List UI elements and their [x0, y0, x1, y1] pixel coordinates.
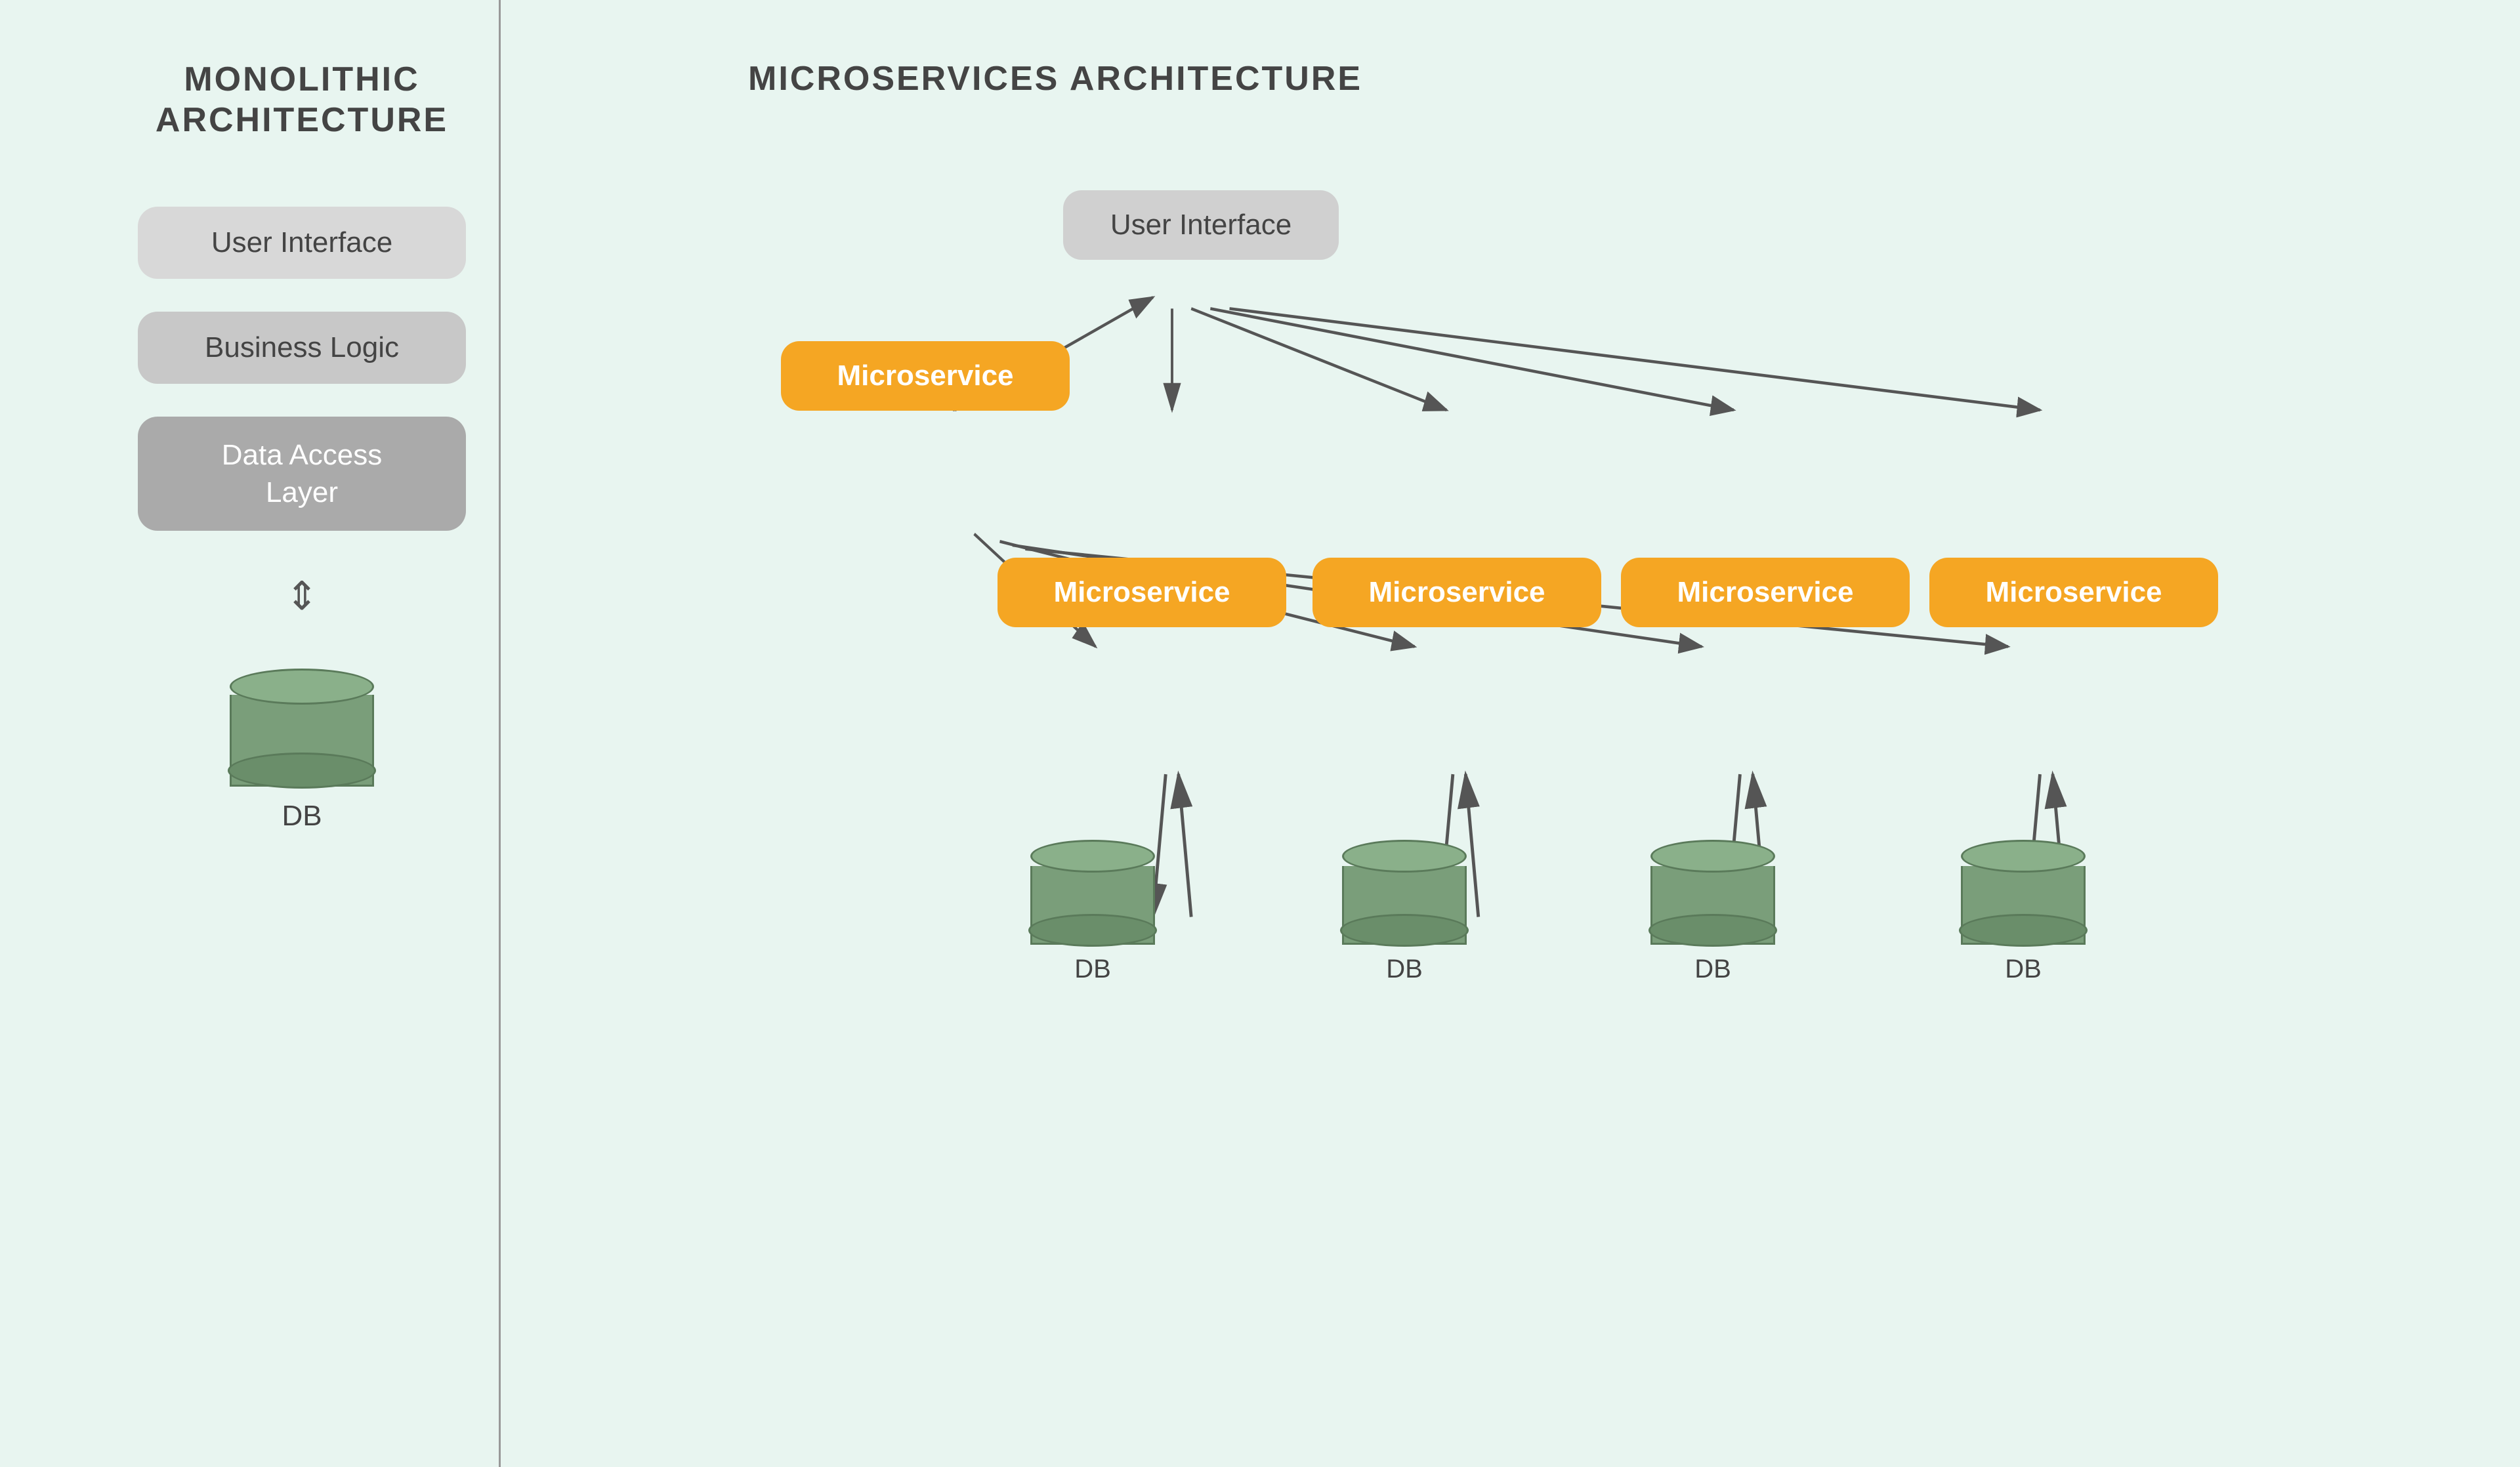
micro-db-3-label: DB: [1694, 955, 1731, 984]
micro-db-1-bottom: [1028, 914, 1157, 947]
micro-db-3: DB: [1650, 840, 1775, 984]
mono-db-bottom: [228, 753, 376, 789]
micro-db-3-bottom: [1648, 914, 1777, 947]
micro-db-4-label: DB: [2005, 955, 2042, 984]
mono-db-label: DB: [282, 800, 322, 833]
micro-db-1-top: [1030, 840, 1155, 873]
micro-ms-4: Microservice: [1929, 558, 2218, 627]
micro-ui-box: User Interface: [1063, 190, 1339, 260]
micro-db-3-top: [1650, 840, 1775, 873]
micro-ms-1: Microservice: [998, 558, 1286, 627]
section-divider: [499, 0, 501, 1467]
micro-ms-top-label: Microservice: [837, 360, 1013, 392]
micro-ms-top: Microservice: [781, 341, 1070, 411]
micro-db-3-cylinder: [1650, 840, 1775, 945]
micro-db-4-top: [1961, 840, 2086, 873]
micro-ms-2: Microservice: [1312, 558, 1601, 627]
micro-db-1-cylinder: [1030, 840, 1155, 945]
mono-db-cylinder: [230, 669, 374, 787]
micro-ms-3: Microservice: [1621, 558, 1910, 627]
micro-db-4: DB: [1961, 840, 2086, 984]
mono-bl-label: Business Logic: [205, 331, 399, 363]
mono-ui-label: User Interface: [211, 226, 392, 258]
micro-db-1: DB: [1030, 840, 1155, 984]
micro-db-4-bottom: [1959, 914, 2088, 947]
microservices-title: MICROSERVICES ARCHITECTURE: [617, 59, 2468, 98]
microservices-section: MICROSERVICES ARCHITECTURE: [551, 39, 2468, 1428]
micro-db-2-cylinder: [1342, 840, 1467, 945]
micro-db-2-top: [1342, 840, 1467, 873]
monolithic-title: MONOLITHICARCHITECTURE: [156, 59, 448, 141]
mono-ui-box: User Interface: [138, 207, 466, 279]
micro-diagram: User Interface Microservice Microservice…: [617, 151, 2468, 1428]
micro-ms-4-label: Microservice: [1985, 576, 2162, 608]
mono-dal-box: Data AccessLayer: [138, 417, 466, 531]
mono-bl-box: Business Logic: [138, 312, 466, 384]
monolithic-section: MONOLITHICARCHITECTURE User Interface Bu…: [52, 39, 551, 1428]
mono-db-top: [230, 669, 374, 705]
main-container: MONOLITHICARCHITECTURE User Interface Bu…: [0, 0, 2520, 1467]
mono-boxes: User Interface Business Logic Data Acces…: [52, 207, 551, 833]
micro-db-1-label: DB: [1074, 955, 1111, 984]
mono-dal-label: Data AccessLayer: [222, 439, 383, 508]
micro-ui-label: User Interface: [1110, 209, 1292, 241]
mono-arrow: ⇕: [285, 577, 318, 616]
micro-db-2-label: DB: [1386, 955, 1423, 984]
micro-db-4-cylinder: [1961, 840, 2086, 945]
mono-db-container: DB: [230, 669, 374, 833]
micro-db-2: DB: [1342, 840, 1467, 984]
micro-db-2-bottom: [1340, 914, 1469, 947]
micro-ms-1-label: Microservice: [1053, 576, 1230, 608]
micro-ms-2-label: Microservice: [1368, 576, 1545, 608]
micro-ms-3-label: Microservice: [1677, 576, 1853, 608]
